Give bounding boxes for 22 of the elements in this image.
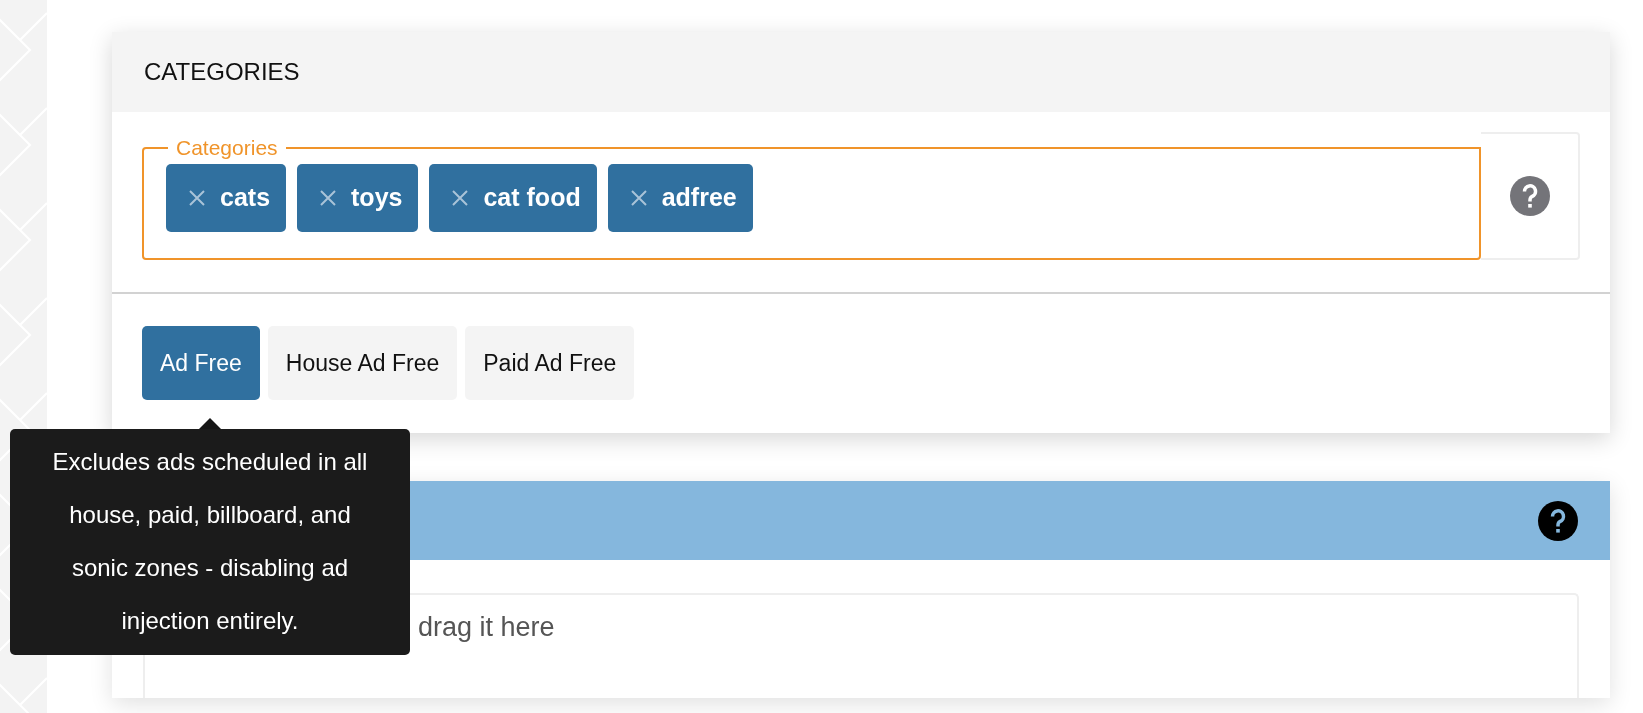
tag-label: cats [220,182,271,214]
upload-prompt[interactable]: drag it here [418,607,555,648]
tag-chip[interactable]: toys [297,164,419,232]
tooltip: Excludes ads scheduled in all house, paid, billboard, and sonic zones - disabling ad injection entirely. [10,429,410,655]
option-button[interactable]: Ad Free [142,326,260,400]
field-label: Categories [175,136,279,160]
tag-label: adfree [661,182,737,214]
tag-label: toys [351,182,403,214]
card-title: CATEGORIES [112,32,1610,112]
tag-chip[interactable]: adfree [607,164,753,232]
option-button[interactable]: House Ad Free [267,326,458,400]
remove-icon[interactable] [451,189,470,207]
tag-chip[interactable]: cat food [429,164,597,232]
remove-icon[interactable] [319,189,338,207]
help-icon[interactable] [1509,176,1550,216]
tooltip-arrow-icon [199,418,221,429]
remove-icon[interactable] [188,189,206,207]
option-button[interactable]: Paid Ad Free [465,326,635,400]
tag-chip[interactable]: cats [166,164,287,232]
tag-label: cat food [483,182,581,214]
remove-icon[interactable] [629,189,648,207]
help-icon[interactable] [1538,500,1578,541]
